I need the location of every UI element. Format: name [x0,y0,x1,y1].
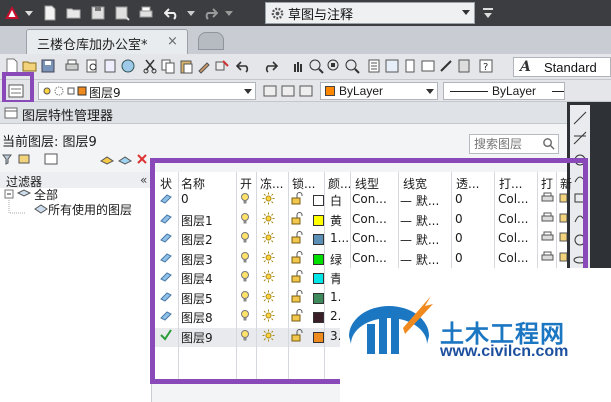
markup-icon[interactable] [438,58,454,74]
layer-previous-icon[interactable] [280,84,296,98]
paste-icon[interactable] [178,58,194,74]
layer-states-manager-icon[interactable] [44,153,58,165]
copy-icon[interactable] [160,58,176,74]
tab-drawing-label: 三楼仓库加办公室* [37,38,148,53]
undo-icon[interactable] [162,4,182,22]
tree-node-used-layers[interactable]: 所有使用的图层 [48,201,132,218]
chevron-down-icon [462,10,470,15]
quickcalc-icon[interactable] [456,58,472,74]
sheet-set-icon[interactable] [420,58,436,74]
block-editor-icon[interactable] [214,58,230,74]
undo-icon-2[interactable] [236,58,252,74]
new-tab-button[interactable] [198,32,224,50]
redo-icon[interactable] [200,4,220,22]
tree-lines [4,189,32,214]
match-properties-icon[interactable] [196,58,212,74]
zoom-realtime-icon[interactable] [308,58,324,74]
open-file-icon[interactable] [64,4,84,22]
new-property-filter-icon[interactable] [2,153,16,165]
make-current-icon[interactable] [262,84,278,98]
search-layers[interactable] [469,134,559,154]
linetype-preview [552,91,564,92]
zoom-previous-icon[interactable] [344,58,360,74]
publish-icon[interactable] [102,58,118,74]
color-control[interactable]: ByLayer [320,82,438,100]
print-preview-icon[interactable] [84,58,100,74]
zoom-window-icon[interactable] [326,58,342,74]
save-icon-2[interactable] [40,58,56,74]
palette-menu-icon[interactable] [4,107,18,119]
new-file-icon[interactable] [40,4,60,22]
color-control-label: ByLayer [339,84,384,98]
filter-icon [34,204,48,214]
plot-icon[interactable] [136,4,156,22]
layer-state-icons [43,86,87,96]
new-layer-vp-frozen-icon[interactable] [118,153,132,165]
redo-icon-2[interactable] [262,58,278,74]
redo-dropdown-icon[interactable] [224,4,234,22]
print-icon[interactable] [64,58,80,74]
design-center-icon[interactable] [384,58,400,74]
save-as-icon[interactable] [112,4,132,22]
tool-palettes-icon[interactable] [402,58,418,74]
watermark-url: www.civilcn.com [440,343,569,360]
publish-3d-icon[interactable] [120,58,136,74]
new-group-filter-icon[interactable] [18,153,32,165]
layer-state-icon[interactable] [298,84,314,98]
collapse-filter-button[interactable]: « [140,173,147,187]
new-layer-icon[interactable] [100,153,114,165]
palette-title: 图层特性管理器 [22,109,114,124]
save-icon[interactable] [88,4,108,22]
current-layer-label: 当前图层: 图层9 [2,135,97,150]
civilcn-logo-icon [349,296,433,354]
color-swatch [325,86,335,96]
pan-icon[interactable] [290,58,306,74]
tab-drawing[interactable]: 三楼仓库加办公室* × [26,29,188,54]
customize-toolbar-icon[interactable] [478,4,498,22]
app-menu-dropdown-icon[interactable] [24,8,34,18]
search-icon [543,138,555,150]
linetype-control[interactable]: ByLayer [443,82,565,100]
cut-icon[interactable] [142,58,158,74]
linetype-preview [450,91,488,92]
linetype-control-label: ByLayer [492,84,537,98]
help-icon[interactable]: ? [478,58,494,74]
chevron-down-icon [244,89,252,94]
layer-dropdown-label: 图层9 [89,86,121,100]
workspace-label: 草图与注释 [288,7,354,23]
text-style-icon: A [520,59,531,75]
text-style-label: Standard [544,60,597,75]
workspace-dropdown[interactable]: 草图与注释 [265,2,475,24]
svg-text:?: ? [483,62,488,73]
layer-dropdown[interactable]: 图层9 [38,82,256,100]
undo-dropdown-icon[interactable] [186,4,196,22]
close-icon[interactable]: × [167,34,178,49]
search-input[interactable] [470,135,542,153]
chevron-down-icon [426,89,434,94]
gear-icon [271,7,284,20]
app-menu-icon[interactable] [2,4,22,22]
layer-properties-highlight [2,72,34,104]
delete-layer-icon[interactable] [136,153,148,165]
text-style-dropdown[interactable]: A Standard [513,57,611,77]
properties-icon[interactable] [366,58,382,74]
